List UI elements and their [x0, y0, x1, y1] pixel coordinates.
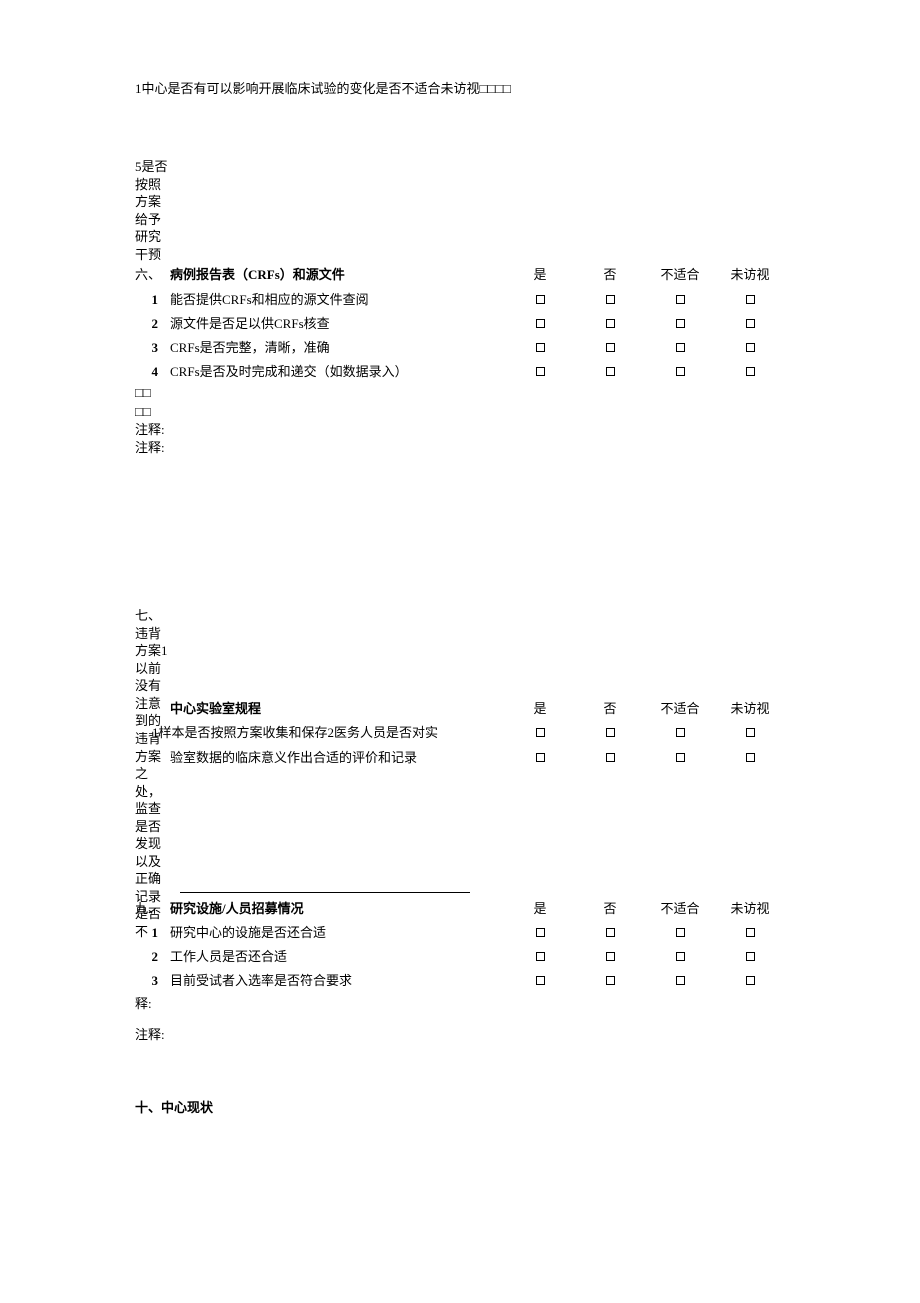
row-text: CRFs是否及时完成和递交（如数据录入） — [170, 360, 505, 384]
col-no: 否 — [575, 263, 645, 287]
checkbox-na[interactable] — [676, 952, 685, 961]
table-row: 1样本是否按照方案收集和保存2医务人员是否对实 — [135, 721, 785, 745]
row-text: 工作人员是否还合适 — [170, 945, 505, 969]
checkbox-nv[interactable] — [746, 928, 755, 937]
section-6-title: 病例报告表（CRFs）和源文件 — [170, 263, 505, 287]
col-na: 不适合 — [645, 697, 715, 721]
col-na: 不适合 — [645, 263, 715, 287]
row-index: 2 — [135, 312, 170, 336]
section-6-tail: □□ □□ 注释: 注释: — [135, 384, 785, 457]
divider-line — [180, 892, 470, 893]
checkbox-yes[interactable] — [536, 928, 545, 937]
checkbox-na[interactable] — [676, 728, 685, 737]
section-8-table: 中心实验室规程 是 否 不适合 未访视 1样本是否按照方案收集和保存2医务人员是… — [135, 697, 785, 770]
checkbox-no[interactable] — [606, 952, 615, 961]
checkbox-no[interactable] — [606, 728, 615, 737]
checkbox-yes[interactable] — [536, 976, 545, 985]
col-no: 否 — [575, 697, 645, 721]
col-no: 否 — [575, 897, 645, 921]
col-yes: 是 — [505, 697, 575, 721]
checkbox-no[interactable] — [606, 367, 615, 376]
block-5-narrow: 5是否按照方案给予研究干预 — [135, 158, 170, 263]
checkbox-na[interactable] — [676, 928, 685, 937]
checkbox-nv[interactable] — [746, 367, 755, 376]
checkbox-yes[interactable] — [536, 295, 545, 304]
section-8-title: 中心实验室规程 — [170, 697, 505, 721]
row-text: 源文件是否足以供CRFs核查 — [170, 312, 505, 336]
col-yes: 是 — [505, 263, 575, 287]
section-8-tail: 释: — [135, 995, 785, 1013]
checkbox-nv[interactable] — [746, 952, 755, 961]
checkbox-yes[interactable] — [536, 319, 545, 328]
table-row: 验室数据的临床意义作出合适的评价和记录 — [135, 746, 785, 770]
row-index: 3 — [135, 969, 170, 993]
col-na: 不适合 — [645, 897, 715, 921]
col-nv: 未访视 — [715, 897, 785, 921]
checkbox-na[interactable] — [676, 976, 685, 985]
section-9-table: 九、 研究设施/人员招募情况 是 否 不适合 未访视 1 研究中心的设施是否还合… — [135, 897, 785, 994]
section-9-title: 研究设施/人员招募情况 — [170, 897, 505, 921]
block-7-narrow: 七、违背方案1以前没有注意到的违背方案之处，监查是否发现以及正确记录是否不 — [135, 607, 170, 940]
row-text: CRFs是否完整，清晰，准确 — [170, 336, 505, 360]
checkbox-nv[interactable] — [746, 343, 755, 352]
checkbox-na[interactable] — [676, 753, 685, 762]
table-row: 3 目前受试者入选率是否符合要求 — [135, 969, 785, 993]
row-index: 1 — [135, 288, 170, 312]
row-text: 目前受试者入选率是否符合要求 — [170, 969, 505, 993]
checkbox-nv[interactable] — [746, 728, 755, 737]
checkbox-nv[interactable] — [746, 295, 755, 304]
col-yes: 是 — [505, 897, 575, 921]
table-row: 4 CRFs是否及时完成和递交（如数据录入） — [135, 360, 785, 384]
checkbox-nv[interactable] — [746, 753, 755, 762]
row-text: 1样本是否按照方案收集和保存2医务人员是否对实 — [152, 721, 487, 745]
section-6-label: 六、 — [135, 263, 170, 287]
table-row: 3 CRFs是否完整，清晰，准确 — [135, 336, 785, 360]
row-index: 4 — [135, 360, 170, 384]
table-row: 2 工作人员是否还合适 — [135, 945, 785, 969]
checkbox-na[interactable] — [676, 295, 685, 304]
checkbox-yes[interactable] — [536, 753, 545, 762]
checkbox-nv[interactable] — [746, 319, 755, 328]
checkbox-na[interactable] — [676, 319, 685, 328]
checkbox-na[interactable] — [676, 343, 685, 352]
checkbox-yes[interactable] — [536, 343, 545, 352]
col-nv: 未访视 — [715, 263, 785, 287]
checkbox-yes[interactable] — [536, 728, 545, 737]
section-6-table: 六、 病例报告表（CRFs）和源文件 是 否 不适合 未访视 1 能否提供CRF… — [135, 263, 785, 384]
section-10-heading: 十、中心现状 — [135, 1099, 785, 1117]
checkbox-no[interactable] — [606, 928, 615, 937]
row-index: 3 — [135, 336, 170, 360]
checkbox-no[interactable] — [606, 319, 615, 328]
checkbox-yes[interactable] — [536, 367, 545, 376]
annotation-label: 注释: — [135, 1026, 785, 1044]
checkbox-no[interactable] — [606, 343, 615, 352]
col-nv: 未访视 — [715, 697, 785, 721]
row-text: 能否提供CRFs和相应的源文件查阅 — [170, 288, 505, 312]
checkbox-no[interactable] — [606, 295, 615, 304]
row-index: 2 — [135, 945, 170, 969]
row-text: 验室数据的临床意义作出合适的评价和记录 — [170, 746, 505, 770]
checkbox-na[interactable] — [676, 367, 685, 376]
checkbox-no[interactable] — [606, 753, 615, 762]
checkbox-nv[interactable] — [746, 976, 755, 985]
checkbox-no[interactable] — [606, 976, 615, 985]
table-row: 1 研究中心的设施是否还合适 — [135, 921, 785, 945]
top-question-line: 1中心是否有可以影响开展临床试验的变化是否不适合未访视□□□□ — [135, 80, 785, 98]
checkbox-yes[interactable] — [536, 952, 545, 961]
row-text: 研究中心的设施是否还合适 — [170, 921, 505, 945]
table-row: 1 能否提供CRFs和相应的源文件查阅 — [135, 288, 785, 312]
table-row: 2 源文件是否足以供CRFs核查 — [135, 312, 785, 336]
